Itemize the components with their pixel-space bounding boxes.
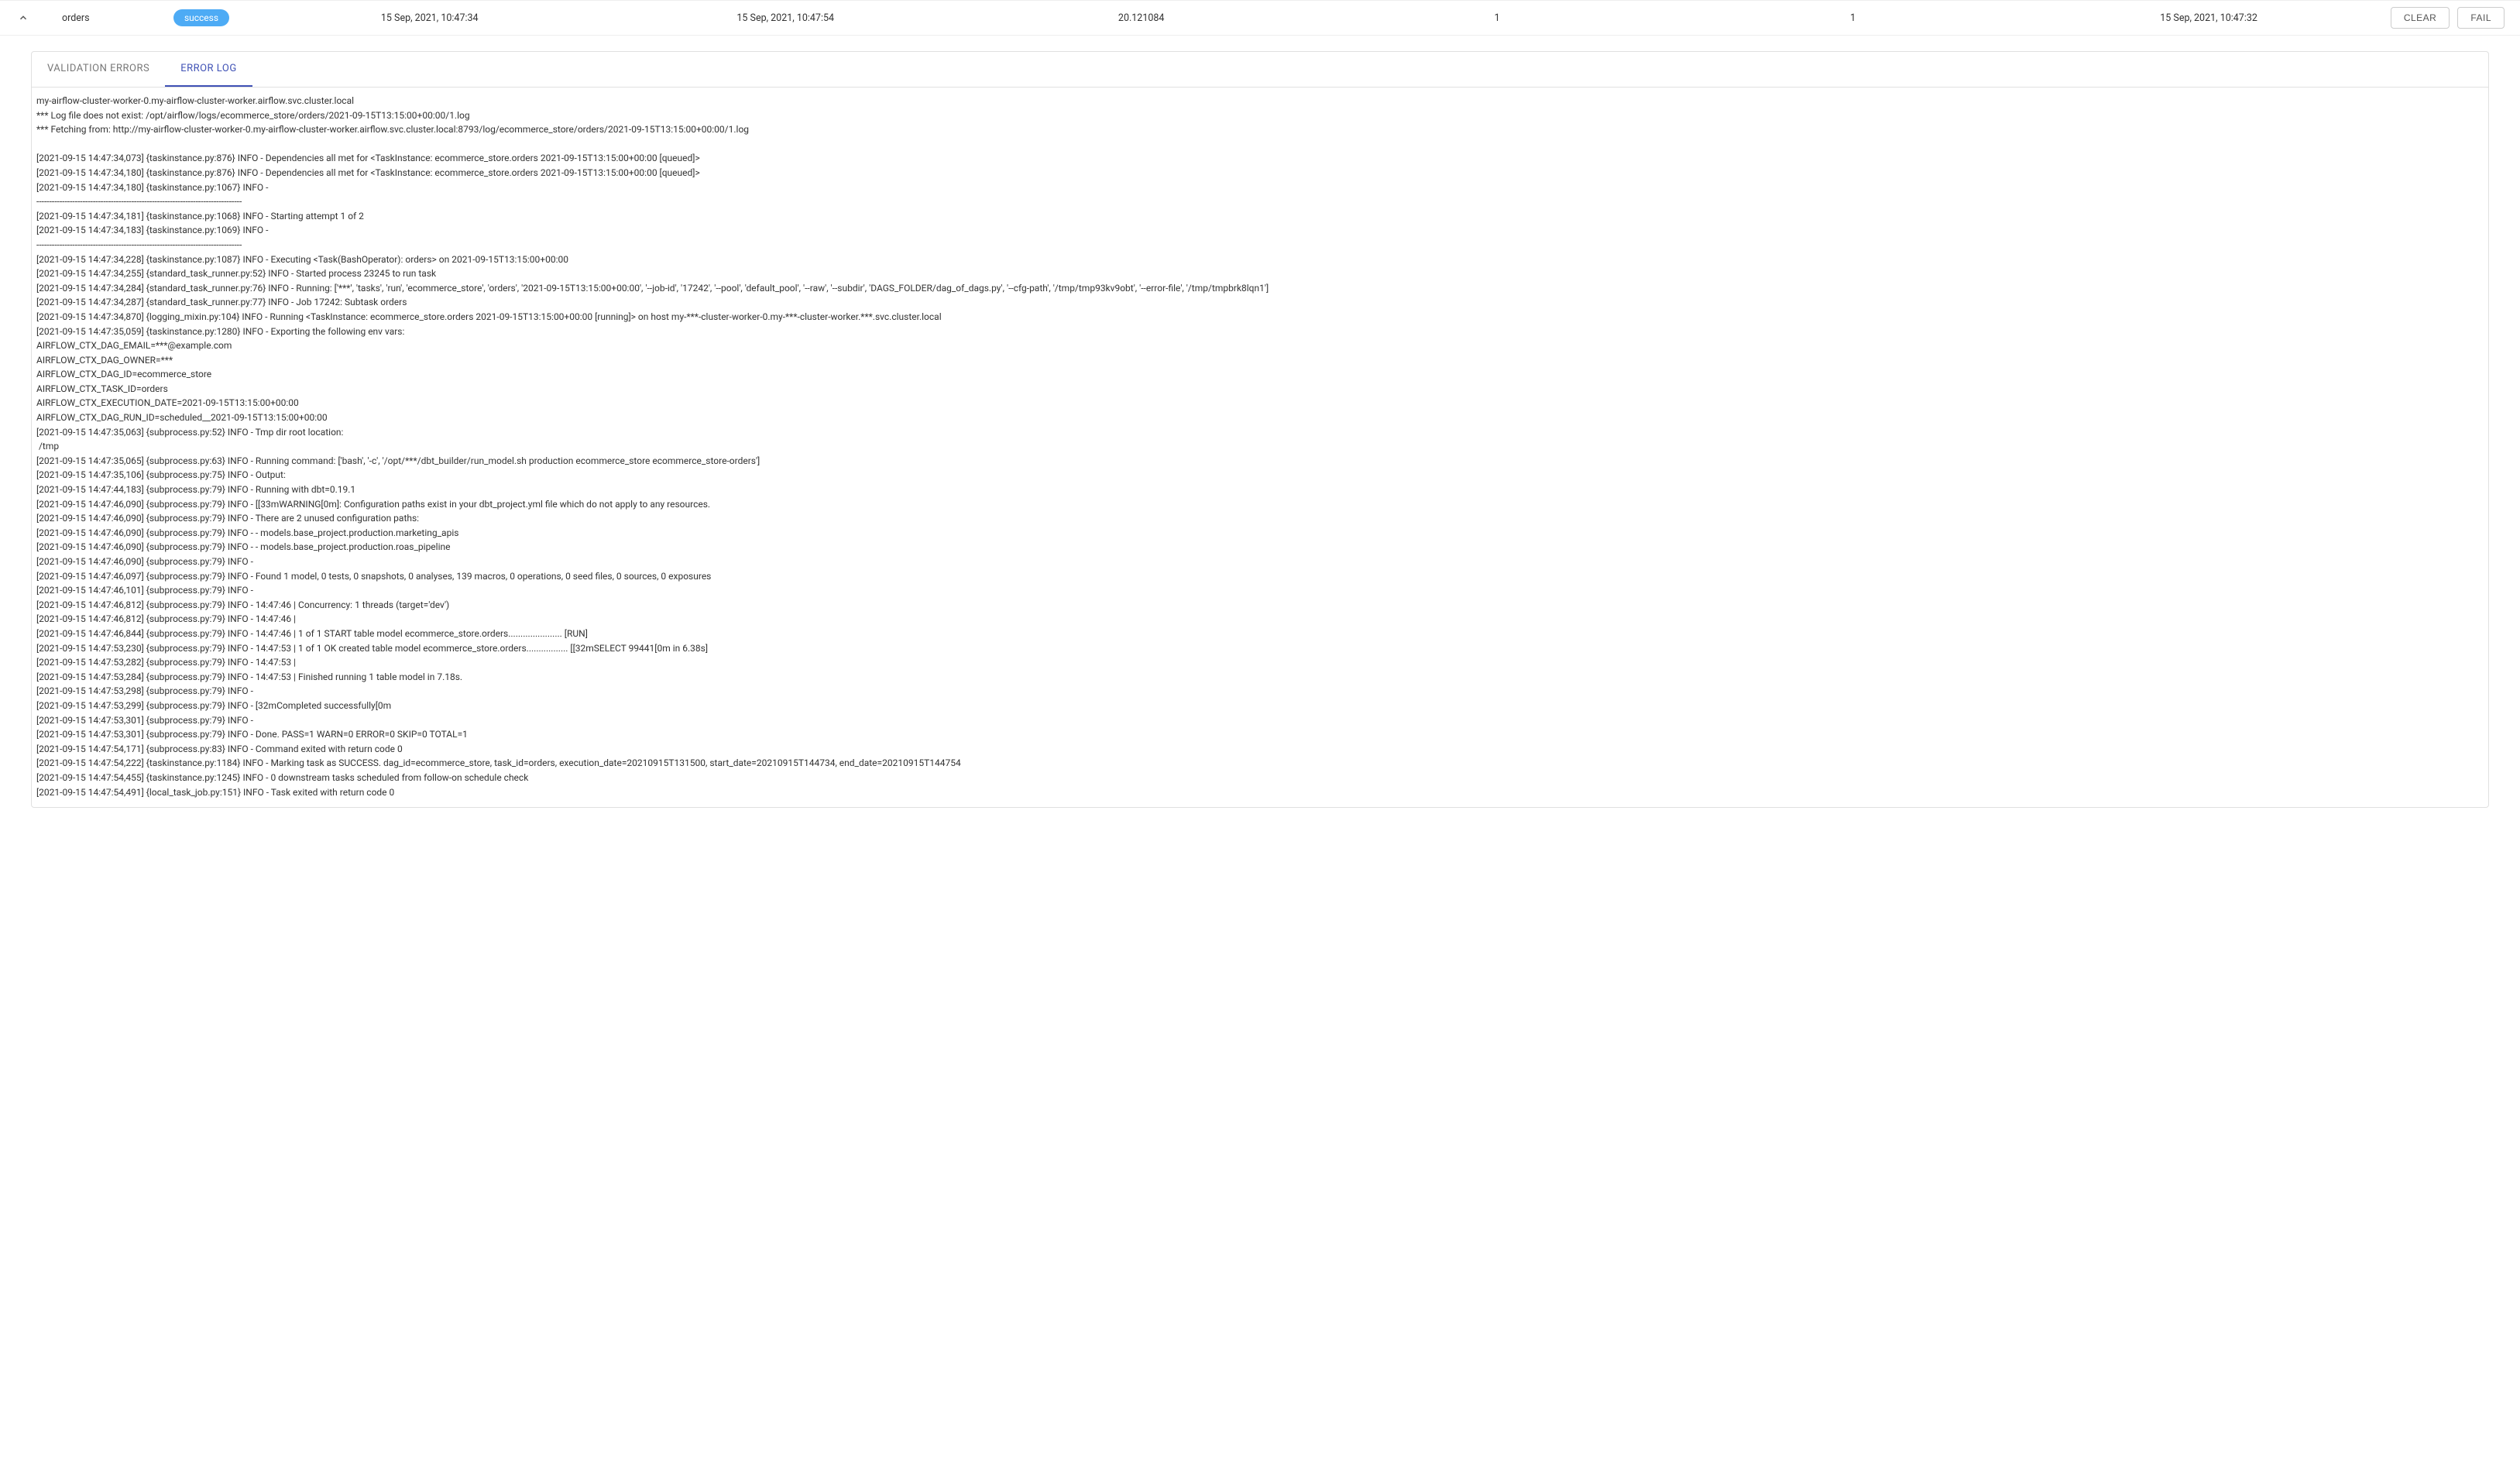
retries-number: 1 [1679, 12, 2027, 24]
scheduled-time: 15 Sep, 2021, 10:47:32 [2034, 12, 2382, 24]
duration: 20.121084 [967, 12, 1315, 24]
attempt-number: 1 [1323, 12, 1670, 24]
task-status: success [155, 9, 248, 26]
task-header-row: orders success 15 Sep, 2021, 10:47:34 15… [0, 0, 2520, 36]
log-panel: VALIDATION ERRORS ERROR LOG my-airflow-c… [31, 51, 2489, 808]
tab-bar: VALIDATION ERRORS ERROR LOG [32, 52, 2488, 88]
start-time: 15 Sep, 2021, 10:47:34 [256, 12, 603, 24]
status-badge: success [173, 9, 229, 26]
tab-validation-errors[interactable]: VALIDATION ERRORS [32, 52, 165, 87]
clear-button[interactable]: CLEAR [2391, 7, 2450, 29]
task-name: orders [39, 12, 147, 24]
header-actions: CLEAR FAIL [2391, 7, 2505, 29]
tab-error-log[interactable]: ERROR LOG [165, 52, 252, 87]
expand-chevron-icon[interactable] [15, 10, 31, 26]
log-output: my-airflow-cluster-worker-0.my-airflow-c… [32, 88, 2488, 807]
fail-button[interactable]: FAIL [2457, 7, 2505, 29]
end-time: 15 Sep, 2021, 10:47:54 [611, 12, 959, 24]
